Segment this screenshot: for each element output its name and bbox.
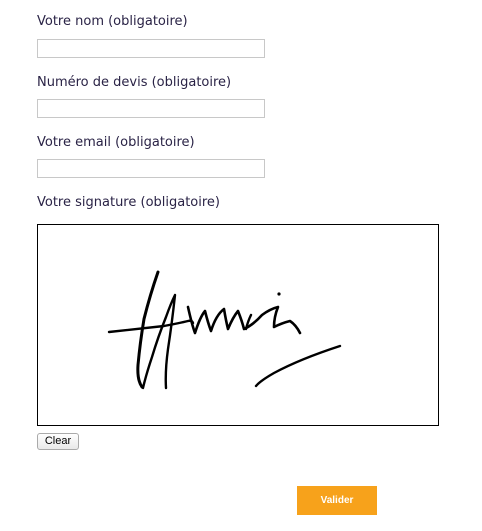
signature-drawing (107, 270, 342, 390)
quote-number-input[interactable] (37, 99, 265, 118)
signature-stroke (107, 319, 195, 334)
name-input[interactable] (37, 39, 265, 58)
name-label: Votre nom (obligatoire) (37, 14, 188, 29)
submit-button[interactable]: Valider (297, 486, 377, 515)
signature-form: Votre nom (obligatoire) Numéro de devis … (0, 0, 482, 531)
signature-pad[interactable] (37, 224, 439, 426)
clear-signature-button[interactable]: Clear (37, 433, 79, 450)
signature-stroke (254, 344, 342, 388)
signature-label: Votre signature (obligatoire) (37, 195, 221, 210)
email-input[interactable] (37, 159, 265, 178)
signature-dot (277, 292, 281, 296)
email-label: Votre email (obligatoire) (37, 135, 195, 150)
quote-number-label: Numéro de devis (obligatoire) (37, 75, 232, 90)
signature-stroke (186, 305, 302, 335)
